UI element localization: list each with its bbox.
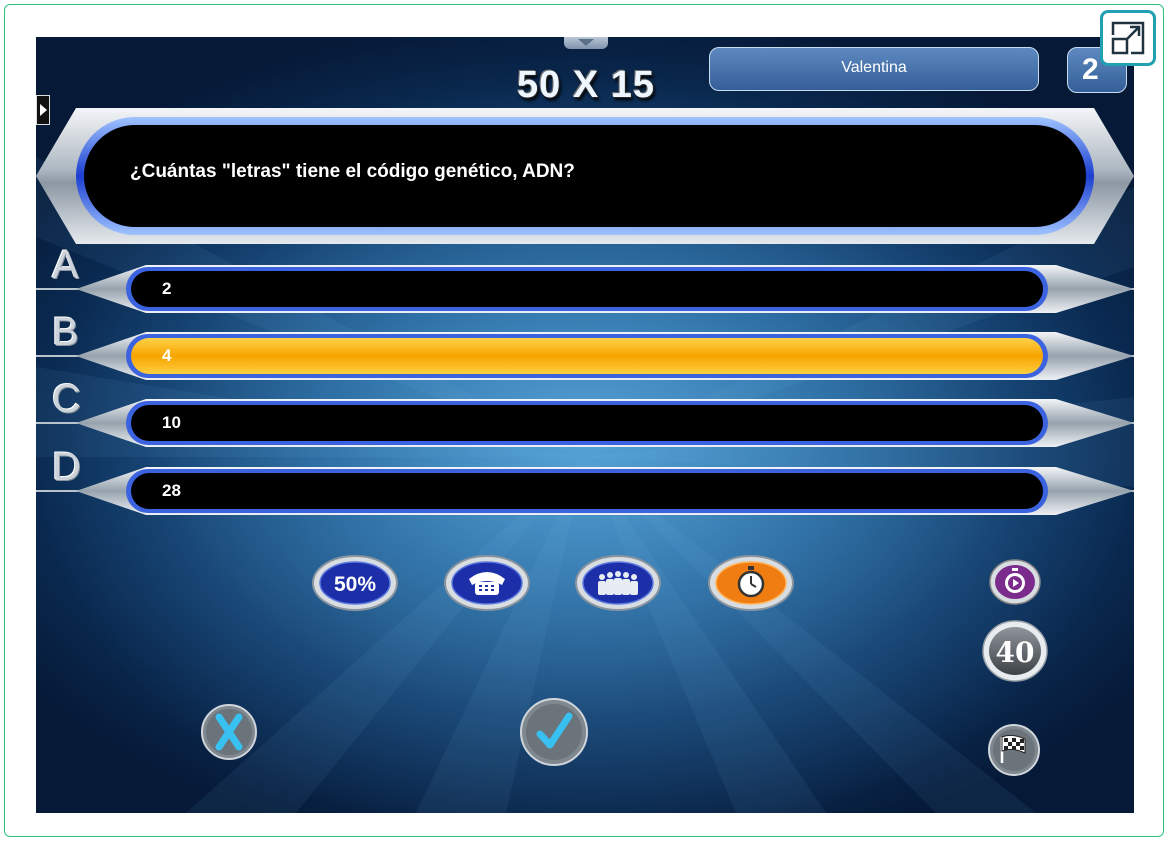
answer-bar-frame xyxy=(36,265,1134,313)
answer-option-a[interactable]: A2 xyxy=(36,243,1134,317)
answer-bar-frame xyxy=(36,467,1134,515)
player-name-field: Valentina xyxy=(709,47,1039,91)
timer-toggle-button[interactable] xyxy=(989,559,1041,605)
answer-text: 4 xyxy=(162,346,172,365)
answer-option-c[interactable]: C 10 xyxy=(36,377,1134,451)
fifty-fifty-lifeline[interactable]: 50% xyxy=(312,555,398,611)
finish-game-button[interactable] xyxy=(987,723,1041,777)
audience-lifeline[interactable] xyxy=(575,555,661,611)
answer-text: 10 xyxy=(162,413,181,432)
game-title: 50 X 15 xyxy=(517,64,655,106)
answer-bar-frame xyxy=(36,399,1134,447)
collapse-tab[interactable] xyxy=(564,37,608,49)
countdown-value: 40 xyxy=(996,636,1035,669)
cancel-button[interactable] xyxy=(200,703,258,761)
answer-option-d[interactable]: D 28 xyxy=(36,445,1134,519)
extra-time-lifeline[interactable] xyxy=(708,555,794,611)
expand-icon xyxy=(1111,21,1145,55)
question-text: ¿Cuántas "letras" tiene el código genéti… xyxy=(130,161,575,182)
confirm-answer-button[interactable] xyxy=(519,697,589,767)
game-stage: 50 X 15 Valentina 2 ¿Cuántas "letras" ti… xyxy=(36,37,1134,813)
fullscreen-button[interactable] xyxy=(1100,10,1156,66)
answer-option-b[interactable]: B4 xyxy=(36,310,1134,384)
answer-text: 28 xyxy=(162,481,181,500)
fifty-fifty-label: 50% xyxy=(334,573,376,596)
phone-lifeline[interactable] xyxy=(444,555,530,611)
answer-letter: B xyxy=(52,310,79,354)
answer-letter: D xyxy=(52,445,81,489)
answer-letter: A xyxy=(52,243,79,287)
answer-text: 2 xyxy=(162,279,172,298)
answer-bar-frame xyxy=(36,332,1134,380)
countdown-timer: 40 xyxy=(982,620,1048,682)
answer-letter: C xyxy=(52,377,81,421)
